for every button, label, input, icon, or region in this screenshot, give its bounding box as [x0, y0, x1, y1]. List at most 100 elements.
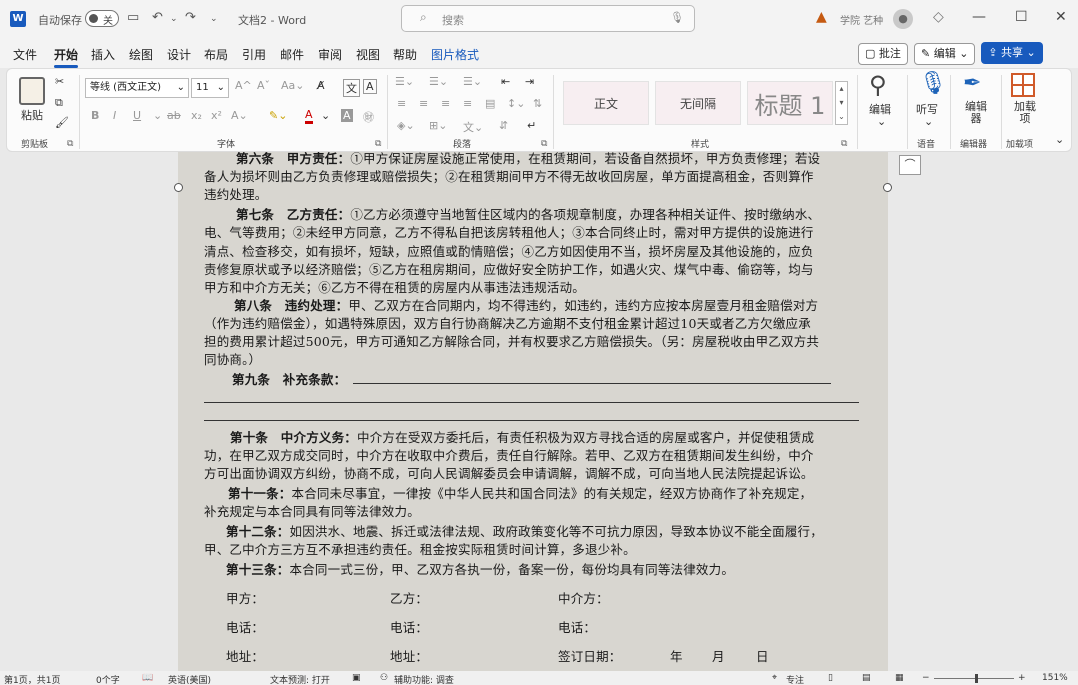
tab-picture-format[interactable]: 图片格式 — [431, 46, 479, 63]
superscript-icon[interactable]: x² — [211, 109, 222, 122]
minimize-icon[interactable]: — — [972, 9, 986, 25]
sort-ascending-icon[interactable]: ⇵ — [499, 119, 508, 132]
phonetic-guide-icon[interactable]: 文 — [343, 79, 360, 97]
font-size-combo[interactable]: 11 ⌄ — [191, 78, 229, 98]
microphone-icon[interactable]: 🎙 — [670, 11, 684, 24]
paste-label[interactable]: 粘贴 — [21, 107, 43, 123]
tab-help[interactable]: 帮助 — [393, 46, 417, 63]
clipboard-launcher-icon[interactable]: ⧉ — [67, 139, 73, 149]
tab-design[interactable]: 设计 — [167, 46, 191, 63]
autosave-toggle[interactable]: 关 — [85, 10, 119, 27]
show-marks-icon[interactable]: ↵ — [527, 119, 536, 132]
search-box[interactable]: ⌕ 搜索 🎙 — [401, 5, 695, 32]
avatar[interactable]: ● — [893, 9, 913, 29]
close-icon[interactable]: ✕ — [1055, 9, 1067, 25]
decrease-indent-icon[interactable]: ⇤ — [501, 75, 510, 88]
chinese-layout-icon[interactable]: 文⌄ — [463, 119, 483, 135]
multilevel-list-icon[interactable]: ☰⌄ — [463, 75, 482, 88]
text-effects-icon[interactable]: A⌄ — [231, 109, 248, 122]
zoom-out-icon[interactable]: − — [922, 673, 930, 683]
document-page[interactable]: 第六条 甲方责任：①甲方保证房屋设施正常使用，在租赁期间，若设备自然损坏，甲方负… — [178, 152, 888, 671]
increase-indent-icon[interactable]: ⇥ — [525, 75, 534, 88]
warning-icon[interactable]: ▲ — [816, 9, 827, 25]
chevron-down-icon[interactable]: ⌄ — [924, 115, 933, 128]
zoom-slider[interactable] — [934, 678, 1014, 679]
editor-icon[interactable]: ✒ — [963, 71, 981, 96]
line-spacing-icon[interactable]: ↕⌄ — [507, 97, 525, 110]
chevron-down-icon[interactable]: ⌄ — [877, 115, 886, 128]
italic-icon[interactable]: I — [113, 109, 116, 122]
style-normal[interactable]: 正文 — [563, 81, 649, 125]
styles-launcher-icon[interactable]: ⧉ — [841, 139, 847, 149]
macro-icon[interactable]: ▣ — [352, 673, 361, 683]
zoom-in-icon[interactable]: + — [1018, 673, 1026, 683]
tab-mailings[interactable]: 邮件 — [280, 46, 304, 63]
font-launcher-icon[interactable]: ⧉ — [375, 139, 381, 149]
tab-view[interactable]: 视图 — [356, 46, 380, 63]
zoom-slider-thumb[interactable] — [975, 674, 978, 683]
bold-icon[interactable]: B — [91, 109, 99, 122]
word-count[interactable]: 0个字 — [96, 673, 120, 685]
user-name[interactable]: 学院 艺种 — [840, 12, 883, 27]
tab-references[interactable]: 引用 — [242, 46, 266, 63]
collapse-ribbon-icon[interactable]: ⌄ — [1055, 133, 1064, 146]
borders-icon[interactable]: ⊞⌄ — [429, 119, 447, 132]
styles-scroll[interactable]: ▴ ▾ ⌄ — [835, 81, 848, 125]
editor-button[interactable]: 编辑器 — [962, 101, 990, 125]
font-color-icon[interactable]: A — [305, 109, 313, 124]
save-icon[interactable]: ▭ — [127, 10, 139, 25]
maximize-icon[interactable]: ☐ — [1015, 9, 1028, 25]
language[interactable]: 英语(美国) — [168, 673, 211, 685]
tab-file[interactable]: 文件 — [13, 46, 37, 63]
tab-layout[interactable]: 布局 — [204, 46, 228, 63]
underline-dropdown-icon[interactable]: ⌄ — [153, 109, 162, 122]
format-painter-icon[interactable]: 🖌 — [55, 116, 69, 129]
proofing-icon[interactable]: 📖 — [142, 673, 153, 683]
diamond-icon[interactable]: ◇ — [933, 9, 944, 25]
page-count[interactable]: 第1页，共1页 — [4, 673, 60, 685]
redo-icon[interactable]: ↷ — [185, 10, 196, 25]
character-border-icon[interactable]: A — [363, 79, 377, 94]
editing-mode-button[interactable]: ✎ 编辑 ⌄ — [914, 43, 976, 65]
focus-icon[interactable]: ⌖ — [772, 673, 777, 683]
copy-icon[interactable]: ⧉ — [55, 96, 63, 110]
focus-label[interactable]: 专注 — [786, 673, 804, 685]
find-icon[interactable]: ⚲ — [869, 71, 887, 99]
cut-icon[interactable]: ✂ — [55, 75, 64, 88]
web-layout-icon[interactable]: ▦ — [895, 673, 904, 683]
font-color-dropdown-icon[interactable]: ⌄ — [321, 109, 330, 122]
layout-options-icon[interactable]: ⌒ — [899, 155, 921, 175]
style-heading1[interactable]: 标题 1 — [747, 81, 833, 125]
dictate-icon[interactable]: 🎙 — [919, 71, 947, 96]
tab-review[interactable]: 审阅 — [318, 46, 342, 63]
undo-dropdown-icon[interactable]: ⌄ — [170, 14, 178, 24]
print-layout-icon[interactable]: ▤ — [862, 673, 871, 683]
paragraph-launcher-icon[interactable]: ⧉ — [541, 139, 547, 149]
shrink-font-icon[interactable]: Aˇ — [257, 79, 270, 92]
highlight-icon[interactable]: ✎⌄ — [269, 109, 287, 122]
text-prediction[interactable]: 文本预测: 打开 — [270, 673, 330, 685]
enclose-characters-icon[interactable]: ㊖ — [363, 109, 374, 125]
justify-icon[interactable]: ≡ — [463, 97, 472, 110]
bullets-icon[interactable]: ☰⌄ — [395, 75, 414, 88]
change-case-button[interactable]: Aa⌄ — [281, 79, 304, 92]
align-center-icon[interactable]: ≡ — [419, 97, 428, 110]
character-shading-icon[interactable]: A — [341, 109, 353, 122]
strikethrough-icon[interactable]: ab — [167, 109, 181, 122]
undo-icon[interactable]: ↶ — [152, 10, 163, 25]
addins-button[interactable]: 加载项 — [1011, 101, 1039, 125]
read-mode-icon[interactable]: ▯ — [828, 673, 833, 683]
clear-formatting-icon[interactable]: A̸ — [317, 79, 325, 92]
align-left-icon[interactable]: ≡ — [397, 97, 406, 110]
tab-insert[interactable]: 插入 — [91, 46, 115, 63]
distributed-icon[interactable]: ▤ — [485, 97, 495, 110]
resize-handle-right[interactable] — [883, 183, 892, 192]
paste-icon[interactable] — [19, 77, 45, 105]
zoom-level[interactable]: 151% — [1042, 673, 1068, 683]
numbering-icon[interactable]: ☰⌄ — [429, 75, 448, 88]
accessibility-status[interactable]: 辅助功能: 调查 — [394, 673, 454, 685]
tab-draw[interactable]: 绘图 — [129, 46, 153, 63]
shading-icon[interactable]: ◈⌄ — [397, 119, 415, 132]
align-right-icon[interactable]: ≡ — [441, 97, 450, 110]
font-name-combo[interactable]: 等线 (西文正文) ⌄ — [85, 78, 189, 98]
